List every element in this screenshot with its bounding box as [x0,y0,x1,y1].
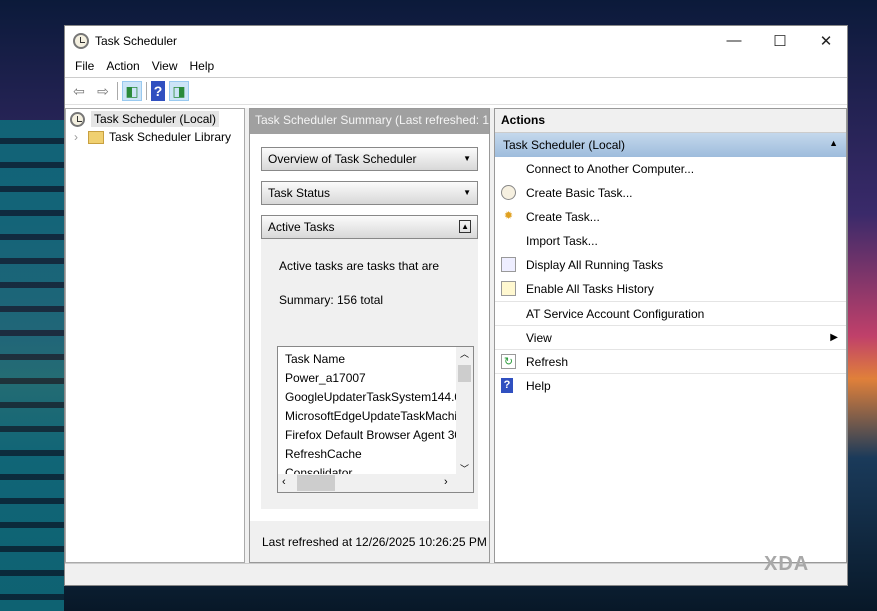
clock-icon [70,111,85,127]
tree-item-label: Task Scheduler Library [109,130,232,144]
scroll-thumb[interactable] [297,475,335,491]
task-scheduler-window: Task Scheduler — ☐ ✕ File Action View He… [64,25,848,586]
last-refreshed: Last refreshed at 12/26/2025 10:26:25 PM [250,521,489,562]
menu-view[interactable]: View [146,59,184,73]
status-bar [65,563,847,585]
list-item[interactable]: MicrosoftEdgeUpdateTaskMachineCore [278,407,473,426]
maximize-button[interactable]: ☐ [757,26,803,55]
toolbar-separator [117,82,118,100]
action-label: Display All Running Tasks [526,258,664,272]
menu-file[interactable]: File [69,59,100,73]
action-view[interactable]: View ▶ [495,325,846,349]
wallpaper-tower [0,120,64,611]
action-display-running[interactable]: Display All Running Tasks [495,253,846,277]
action-label: Enable All Tasks History [526,282,654,296]
scroll-thumb[interactable] [458,365,471,382]
scroll-right-icon[interactable]: › [444,476,448,488]
action-create-task[interactable]: ✹ Create Task... [495,205,846,229]
action-at-service[interactable]: AT Service Account Configuration [495,301,846,325]
forward-arrow-icon[interactable]: ⇨ [93,81,113,101]
show-hide-action-pane-icon[interactable]: ◨ [169,81,189,101]
history-icon [501,281,516,296]
summary-header: Task Scheduler Summary (Last refreshed: … [250,109,489,134]
action-label: Create Basic Task... [526,186,633,200]
tree-item-task-scheduler-library[interactable]: › Task Scheduler Library [66,128,244,146]
actions-title: Actions [495,109,846,133]
dropdown-arrow-icon: ▼ [463,188,471,197]
collapse-up-icon[interactable]: ▲ [829,138,838,148]
active-tasks-summary: Summary: 156 total [279,293,384,307]
action-create-basic-task[interactable]: Create Basic Task... [495,181,846,205]
column-header-task-name[interactable]: Task Name [278,350,473,369]
collapse-arrow-icon[interactable]: ▲ [459,220,471,233]
close-button[interactable]: ✕ [803,26,849,55]
dropdown-arrow-icon: ▼ [463,154,471,163]
summary-pane: Task Scheduler Summary (Last refreshed: … [249,108,490,563]
toolbar: ⇦ ⇨ ◧ ? ◨ [65,78,847,105]
action-label: Import Task... [526,234,598,248]
scroll-up-icon[interactable]: ︿ [456,347,473,363]
list-item[interactable]: GoogleUpdaterTaskSystem144.0.7 [278,388,473,407]
group-label: Task Scheduler (Local) [503,138,626,152]
section-label: Overview of Task Scheduler [268,152,417,166]
folder-clock-icon [88,130,104,144]
action-refresh[interactable]: ↻ Refresh [495,349,846,373]
section-task-status[interactable]: Task Status ▼ [261,181,478,205]
active-tasks-description: Active tasks are tasks that are [279,259,440,273]
tree-item-label: Task Scheduler (Local) [91,111,220,127]
menu-help[interactable]: Help [184,59,221,73]
action-label: View [526,331,552,345]
console-tree: Task Scheduler (Local) › Task Scheduler … [65,108,245,563]
xda-watermark: XDA [764,553,810,575]
section-label: Task Status [268,186,331,200]
section-overview[interactable]: Overview of Task Scheduler ▼ [261,147,478,171]
list-item[interactable]: Firefox Default Browser Agent 308046B0AF… [278,426,473,445]
active-tasks-body: Active tasks are tasks that are Summary:… [261,239,478,509]
running-tasks-icon [501,257,516,272]
toolbar-separator [146,82,147,100]
show-hide-console-tree-icon[interactable]: ◧ [122,81,142,101]
menu-action[interactable]: Action [100,59,145,73]
action-label: Create Task... [526,210,600,224]
expand-chevron-icon[interactable]: › [74,130,88,144]
panes: Task Scheduler (Local) › Task Scheduler … [65,108,847,563]
back-arrow-icon[interactable]: ⇦ [69,81,89,101]
action-label: Refresh [526,355,569,369]
vertical-scrollbar[interactable]: ︿ ﹀ [456,347,473,475]
window-title: Task Scheduler [95,33,178,48]
action-label: Help [526,379,551,393]
list-item[interactable]: RefreshCache [278,445,473,464]
active-tasks-list[interactable]: Task Name Power_a17007 GoogleUpdaterTask… [277,346,474,493]
create-task-icon: ✹ [503,210,514,222]
help-icon[interactable]: ? [151,81,165,101]
minimize-button[interactable]: — [711,26,757,55]
title-bar: Task Scheduler — ☐ ✕ [65,26,847,55]
action-label: AT Service Account Configuration [526,307,705,321]
actions-pane: Actions Task Scheduler (Local) ▲ Connect … [494,108,847,563]
tree-item-task-scheduler-local[interactable]: Task Scheduler (Local) [66,110,244,128]
submenu-arrow-icon: ▶ [830,332,838,343]
list-item[interactable]: Power_a17007 [278,369,473,388]
scroll-left-icon[interactable]: ‹ [282,476,286,488]
action-connect[interactable]: Connect to Another Computer... [495,157,846,181]
create-basic-task-icon [501,185,516,200]
action-label: Connect to Another Computer... [526,162,695,176]
action-enable-history[interactable]: Enable All Tasks History [495,277,846,301]
section-label: Active Tasks [268,220,335,234]
horizontal-scrollbar[interactable]: ‹ › [278,474,473,492]
action-help[interactable]: ? Help [495,373,846,397]
actions-group-header[interactable]: Task Scheduler (Local) ▲ [495,133,846,157]
task-scheduler-clock-icon [73,32,89,49]
menu-bar: File Action View Help [65,55,847,78]
section-active-tasks[interactable]: Active Tasks ▲ [261,215,478,239]
help-icon: ? [501,378,513,393]
action-import-task[interactable]: Import Task... [495,229,846,253]
refresh-icon: ↻ [501,354,516,369]
